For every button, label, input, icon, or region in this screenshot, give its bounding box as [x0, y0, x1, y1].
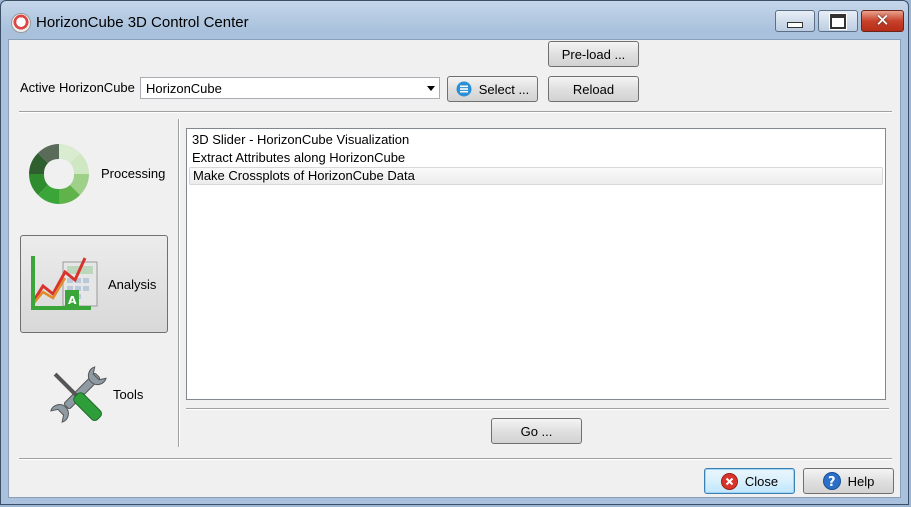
maximize-icon [830, 13, 846, 29]
help-button-label: Help [847, 473, 875, 489]
window-close-button[interactable]: ✕ [861, 10, 904, 32]
analysis-chart-icon: A [31, 256, 98, 310]
reload-button[interactable]: Reload [548, 76, 639, 102]
category-processing-button[interactable]: Processing [20, 124, 168, 222]
window-title: HorizonCube 3D Control Center [36, 14, 249, 31]
preload-button-label: Pre-load ... [561, 46, 626, 62]
client-area: Pre-load ... Active HorizonCube HorizonC… [8, 39, 901, 498]
svg-text:?: ? [828, 475, 836, 490]
processing-ring-icon [29, 144, 89, 204]
category-processing-label: Processing [101, 166, 166, 181]
list-item[interactable]: 3D Slider - HorizonCube Visualization [189, 131, 883, 149]
svg-text:A: A [68, 294, 77, 307]
close-icon: ✕ [875, 11, 890, 31]
minimize-icon [787, 22, 803, 28]
horizoncube-app-icon [11, 13, 31, 33]
category-tools-label: Tools [113, 387, 144, 402]
category-tools-button[interactable]: Tools [20, 345, 168, 443]
main-window: HorizonCube 3D Control Center ✕ Pre-load… [0, 0, 909, 505]
action-listbox[interactable]: 3D Slider - HorizonCube Visualization Ex… [186, 128, 886, 400]
bottom-divider [19, 458, 892, 460]
help-icon: ? [822, 472, 841, 490]
select-button[interactable]: Select ... [447, 76, 538, 102]
vertical-divider [178, 119, 180, 447]
preload-button[interactable]: Pre-load ... [548, 41, 639, 67]
help-button[interactable]: ? Help [803, 468, 894, 494]
minimize-button[interactable] [775, 10, 815, 32]
chevron-down-icon[interactable] [427, 86, 435, 91]
category-analysis-label: Analysis [108, 277, 157, 292]
reload-button-label: Reload [572, 81, 615, 97]
close-button-label: Close [744, 473, 779, 489]
list-divider [186, 408, 889, 410]
category-analysis-button[interactable]: A Analysis [20, 235, 168, 333]
go-button[interactable]: Go ... [491, 418, 582, 444]
active-horizoncube-combo[interactable]: HorizonCube [140, 77, 440, 99]
close-button[interactable]: Close [704, 468, 795, 494]
close-circle-icon [720, 472, 738, 490]
top-divider [19, 111, 892, 113]
go-button-label: Go ... [520, 423, 553, 439]
list-icon [456, 81, 472, 97]
active-horizoncube-label: Active HorizonCube [20, 80, 135, 95]
active-horizoncube-value: HorizonCube [146, 81, 222, 96]
maximize-button[interactable] [818, 10, 858, 32]
list-item[interactable]: Extract Attributes along HorizonCube [189, 149, 883, 167]
title-bar[interactable]: HorizonCube 3D Control Center ✕ [1, 1, 908, 39]
list-item-selected[interactable]: Make Crossplots of HorizonCube Data [189, 167, 883, 185]
tools-wrench-screwdriver-icon [50, 366, 107, 423]
select-button-label: Select ... [478, 81, 530, 97]
